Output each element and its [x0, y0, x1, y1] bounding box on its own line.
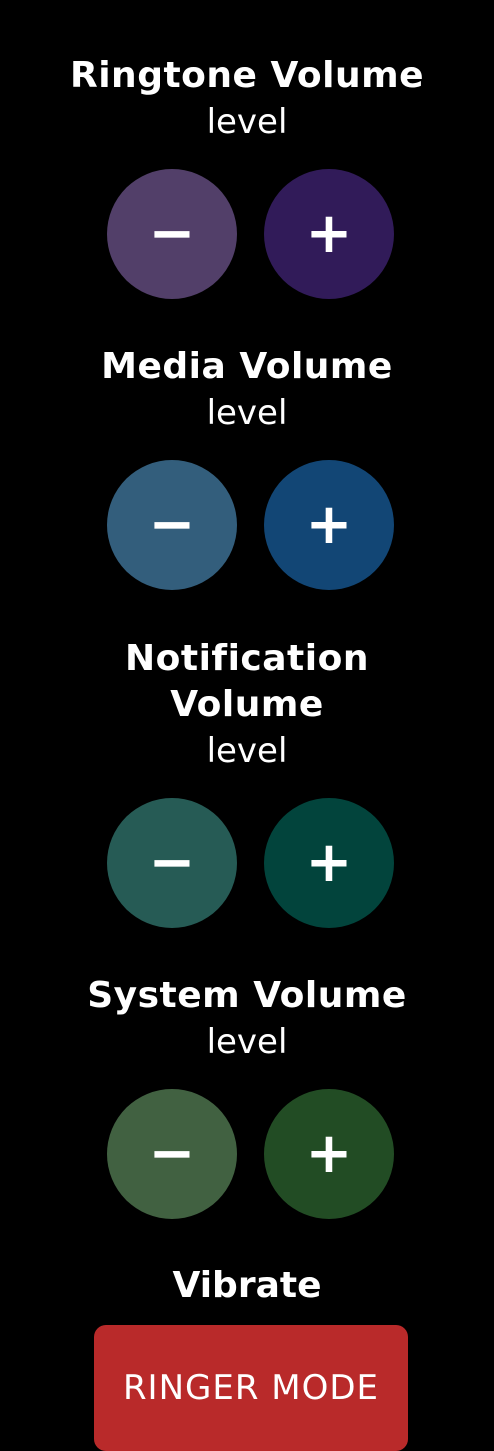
system-volume-buttons: − + [107, 1089, 395, 1219]
ringtone-volume-section: Ringtone Volume level [0, 53, 494, 145]
media-volume-title: Media Volume [101, 346, 393, 387]
notification-volume-section: Notification Volume level [0, 636, 494, 774]
system-volume-decrease-button[interactable]: − [107, 1089, 237, 1219]
media-volume-decrease-button[interactable]: − [107, 460, 237, 590]
ringer-mode-label: RINGER MODE [122, 1368, 380, 1408]
system-volume-section: System Volume level [0, 973, 494, 1065]
notification-volume-level: level [206, 731, 288, 771]
ringtone-volume-increase-button[interactable]: + [264, 169, 394, 299]
plus-icon: + [305, 1121, 353, 1186]
minus-icon: − [148, 201, 196, 266]
minus-icon: − [148, 492, 196, 557]
system-volume-title: System Volume [87, 975, 407, 1016]
notification-volume-increase-button[interactable]: + [264, 798, 394, 928]
notification-volume-title: Notification Volume [125, 638, 369, 725]
media-volume-buttons: − + [107, 460, 395, 590]
notification-volume-decrease-button[interactable]: − [107, 798, 237, 928]
plus-icon: + [305, 492, 353, 557]
ringtone-volume-buttons: − + [107, 169, 395, 299]
system-volume-increase-button[interactable]: + [264, 1089, 394, 1219]
minus-icon: − [148, 830, 196, 895]
ringtone-volume-level: level [206, 102, 288, 142]
media-volume-increase-button[interactable]: + [264, 460, 394, 590]
system-volume-level: level [206, 1022, 288, 1062]
vibrate-label: Vibrate [172, 1265, 322, 1306]
notification-volume-buttons: − + [107, 798, 395, 928]
ringtone-volume-decrease-button[interactable]: − [107, 169, 237, 299]
plus-icon: + [305, 830, 353, 895]
media-volume-section: Media Volume level [0, 344, 494, 436]
plus-icon: + [305, 201, 353, 266]
minus-icon: − [148, 1121, 196, 1186]
media-volume-level: level [206, 393, 288, 433]
ringer-mode-button[interactable]: RINGER MODE [94, 1325, 408, 1451]
ringtone-volume-title: Ringtone Volume [70, 55, 424, 96]
